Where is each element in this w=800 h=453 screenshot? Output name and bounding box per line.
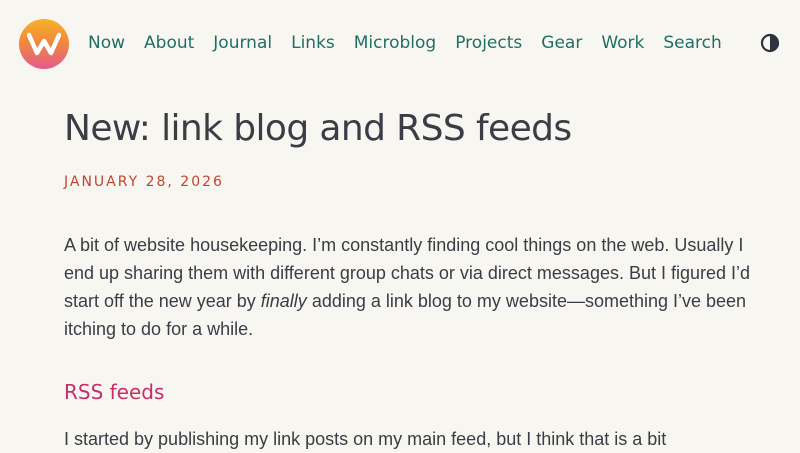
nav-link-work[interactable]: Work xyxy=(601,30,644,56)
nav-link-search[interactable]: Search xyxy=(663,30,721,56)
post-paragraph-1: A bit of website housekeeping. I’m const… xyxy=(64,231,754,343)
site-logo[interactable] xyxy=(19,19,69,69)
nav-link-microblog[interactable]: Microblog xyxy=(354,30,436,56)
contrast-icon xyxy=(760,33,780,53)
post-title: New: link blog and RSS feeds xyxy=(64,108,572,149)
nav-link-projects[interactable]: Projects xyxy=(455,30,522,56)
theme-toggle-button[interactable] xyxy=(760,33,780,53)
nav-link-journal[interactable]: Journal xyxy=(213,30,272,56)
site-header: Now About Journal Links Microblog Projec… xyxy=(0,0,800,88)
nav-link-links[interactable]: Links xyxy=(291,30,335,56)
section-heading-rss-feeds: RSS feeds xyxy=(64,380,165,404)
nav-link-gear[interactable]: Gear xyxy=(541,30,582,56)
post-paragraph-2: I started by publishing my link posts on… xyxy=(64,429,667,449)
nav-link-now[interactable]: Now xyxy=(88,30,125,56)
paragraph-1-emphasis: finally xyxy=(260,291,307,311)
nav-link-about[interactable]: About xyxy=(144,30,194,56)
post-date: JANUARY 28, 2026 xyxy=(64,174,224,190)
main-nav: Now About Journal Links Microblog Projec… xyxy=(88,30,741,56)
w-logo-icon xyxy=(27,32,61,56)
